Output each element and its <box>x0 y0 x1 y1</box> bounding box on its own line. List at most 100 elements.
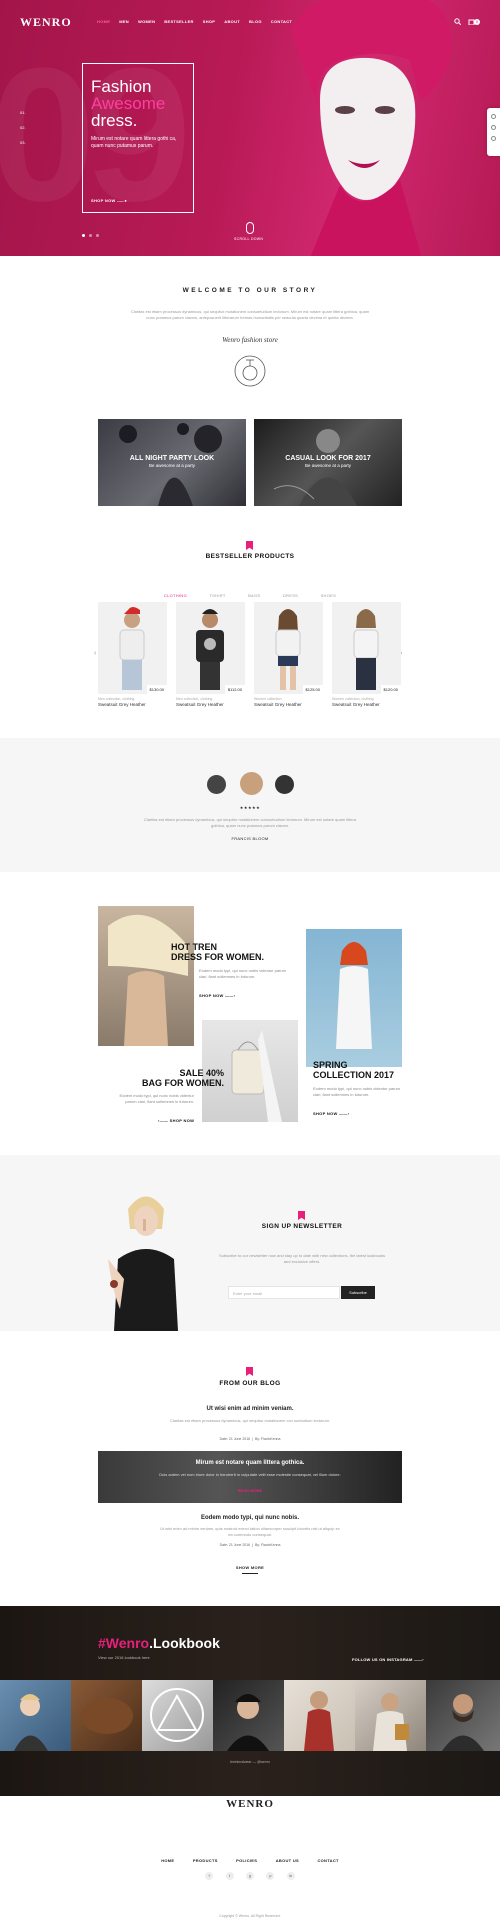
nav-about[interactable]: ABOUT <box>224 19 240 24</box>
search-icon[interactable] <box>454 18 461 25</box>
product-category: Women collection <box>254 697 282 701</box>
slide-number[interactable]: 01. <box>20 110 26 115</box>
product-card[interactable]: $112.00 Men collection, clothing Sweatsu… <box>176 602 245 730</box>
blog-post-meta: Date: 21 June 2016 | By: FlavioKenna <box>219 1437 281 1441</box>
promo-spring-shop-now[interactable]: SHOP NOW ——› <box>313 1111 349 1116</box>
hero-text-card: Fashion Awesome dress. Mirum est notare … <box>82 63 194 213</box>
linkedin-icon[interactable]: in <box>286 1872 295 1880</box>
nav-contact[interactable]: CONTACT <box>271 19 292 24</box>
blog-title: FROM OUR BLOG <box>219 1380 281 1387</box>
tab-clothing[interactable]: CLOTHING <box>164 593 187 598</box>
blog-post-meta: Date: 21 June 2016 | By: FlavioKenna <box>219 1543 281 1547</box>
tab-tshirt[interactable]: TSHIRT <box>209 593 225 598</box>
blog-banner-title[interactable]: Mirum est notare quam littera gothica. <box>98 1460 402 1466</box>
promo-spring-title: SPRING COLLECTION 2017 <box>313 1060 395 1080</box>
product-card[interactable]: $120.00 Women collection, clothing Sweat… <box>332 602 401 730</box>
banner-casual-look[interactable]: CASUAL LOOK FOR 2017 Be awesome at a part… <box>254 419 402 506</box>
twitter-icon[interactable]: t <box>225 1872 234 1880</box>
promo-women-image[interactable] <box>98 906 194 1046</box>
user-icon[interactable] <box>491 136 496 141</box>
lookbook-photo <box>81 1698 133 1734</box>
blog-post-text: Claritas est etiam processus dynamicus, … <box>169 1418 331 1423</box>
footer-link-home[interactable]: HOME <box>161 1858 174 1863</box>
product-name[interactable]: Sweatsuit Grey Heather <box>176 702 245 707</box>
newsletter-title: SIGN UP NEWSLETTER <box>261 1223 343 1230</box>
slide-number[interactable]: 03. <box>20 140 26 145</box>
tab-bags[interactable]: BAGS <box>248 593 260 598</box>
pagination-dot[interactable] <box>96 234 99 237</box>
social-links: f t g p in <box>0 1864 500 1882</box>
product-card[interactable]: $130.00 Men collection, clothing Sweatsu… <box>98 602 167 730</box>
lookbook-thumb-highlight[interactable] <box>142 1680 213 1751</box>
tab-shoes[interactable]: SHOES <box>321 593 337 598</box>
tab-dress[interactable]: DRESS <box>283 593 298 598</box>
promo-women-shop-now[interactable]: SHOP NOW ——› <box>199 993 235 998</box>
lookbook-thumb[interactable] <box>355 1680 426 1751</box>
promo-spring-text: Eodem modo typi, qui nunc nobis videntur… <box>313 1086 400 1097</box>
story-signature: Wenro fashion store <box>222 336 278 344</box>
promo-spring-image[interactable] <box>306 929 402 1067</box>
product-image[interactable]: $120.00 <box>332 602 401 694</box>
banner-label: ALL NIGHT PARTY LOOK Be awesome at a part… <box>129 455 215 468</box>
side-float-toolbar <box>487 108 500 156</box>
carousel-prev-icon[interactable]: ‹ <box>94 650 96 657</box>
lookbook-thumb[interactable] <box>284 1680 355 1751</box>
nav-women[interactable]: WOMEN <box>138 19 155 24</box>
hero-shop-now-button[interactable]: SHOP NOW —— ● <box>91 198 127 203</box>
bookmark-icon <box>246 1367 253 1376</box>
product-name[interactable]: Sweatsuit Grey Heather <box>332 702 401 707</box>
cart-float-icon[interactable] <box>491 125 496 130</box>
product-price: $130.00 <box>146 685 167 694</box>
product-tabs: CLOTHING TSHIRT BAGS DRESS SHOES <box>0 584 500 602</box>
footer-link-contact[interactable]: CONTACT <box>317 1858 338 1863</box>
pagination-dot[interactable] <box>82 234 85 237</box>
hero-title-line3: dress. <box>91 111 138 130</box>
newsletter-email-input[interactable]: Enter your email <box>228 1286 340 1299</box>
follow-instagram-link[interactable]: FOLLOW US ON INSTAGRAM ——› <box>352 1657 424 1662</box>
product-card[interactable]: $125.00 Women collection Sweatsuit Grey … <box>254 602 323 730</box>
facebook-icon[interactable]: f <box>205 1872 214 1880</box>
product-image[interactable]: $112.00 <box>176 602 245 694</box>
slide-number[interactable]: 02. <box>20 125 26 130</box>
blog-banner-read-more[interactable]: READ MORE <box>0 1488 500 1493</box>
nav-shop[interactable]: SHOP <box>203 19 216 24</box>
show-more-button[interactable]: SHOW MORE <box>0 1565 500 1570</box>
product-name[interactable]: Sweatsuit Grey Heather <box>254 702 323 707</box>
blog-post-title[interactable]: Ut wisi enim ad minim veniam. <box>0 1406 500 1412</box>
avatar-active[interactable] <box>240 772 263 795</box>
google-plus-icon[interactable]: g <box>246 1872 254 1880</box>
nav-bestseller[interactable]: BESTSELLER <box>164 19 193 24</box>
site-logo[interactable]: WENRO <box>20 15 72 30</box>
product-image[interactable]: $125.00 <box>254 602 323 694</box>
subscribe-button[interactable]: Subscribe <box>341 1286 375 1299</box>
lookbook-thumb[interactable] <box>426 1680 500 1751</box>
blog-post-title[interactable]: Eodem modo typi, qui nunc nobis. <box>0 1515 500 1521</box>
nav-men[interactable]: MEN <box>119 19 129 24</box>
hero-title-line1: Fashion <box>91 77 152 96</box>
lookbook-thumb[interactable] <box>71 1680 142 1751</box>
scroll-mouse-icon[interactable] <box>246 222 254 234</box>
nav-home[interactable]: HOME <box>97 19 110 24</box>
footer-link-products[interactable]: PRODUCTS <box>193 1858 218 1863</box>
avatar[interactable] <box>275 775 294 794</box>
blonde-model-photo <box>108 914 188 1046</box>
product-image[interactable]: $130.00 <box>98 602 167 694</box>
lookbook-thumb[interactable] <box>213 1680 284 1751</box>
banner-party-look[interactable]: ALL NIGHT PARTY LOOK Be awesome at a part… <box>98 419 246 506</box>
settings-icon[interactable] <box>491 114 496 119</box>
nav-blog[interactable]: BLOG <box>249 19 262 24</box>
product-name[interactable]: Sweatsuit Grey Heather <box>98 702 167 707</box>
footer-link-policies[interactable]: POLICIES <box>236 1858 257 1863</box>
hero-model-image <box>290 0 452 256</box>
lookbook-thumb[interactable] <box>0 1680 71 1751</box>
promo-women-title: HOT TREN DRESS FOR WOMEN. <box>171 942 265 962</box>
avatar[interactable] <box>207 775 226 794</box>
banner-label: CASUAL LOOK FOR 2017 Be awesome at a part… <box>285 455 371 468</box>
footer-logo[interactable]: WENRO <box>0 1798 500 1810</box>
pinterest-icon[interactable]: p <box>266 1872 275 1880</box>
scroll-down-label[interactable]: SCROLL DOWN <box>234 237 263 241</box>
promo-sale-shop-now[interactable]: ‹—— SHOP NOW <box>158 1118 194 1123</box>
footer-link-about[interactable]: ABOUT US <box>276 1858 299 1863</box>
lookbook-title: #Wenro.Lookbook <box>98 1635 220 1651</box>
pagination-dot[interactable] <box>89 234 92 237</box>
